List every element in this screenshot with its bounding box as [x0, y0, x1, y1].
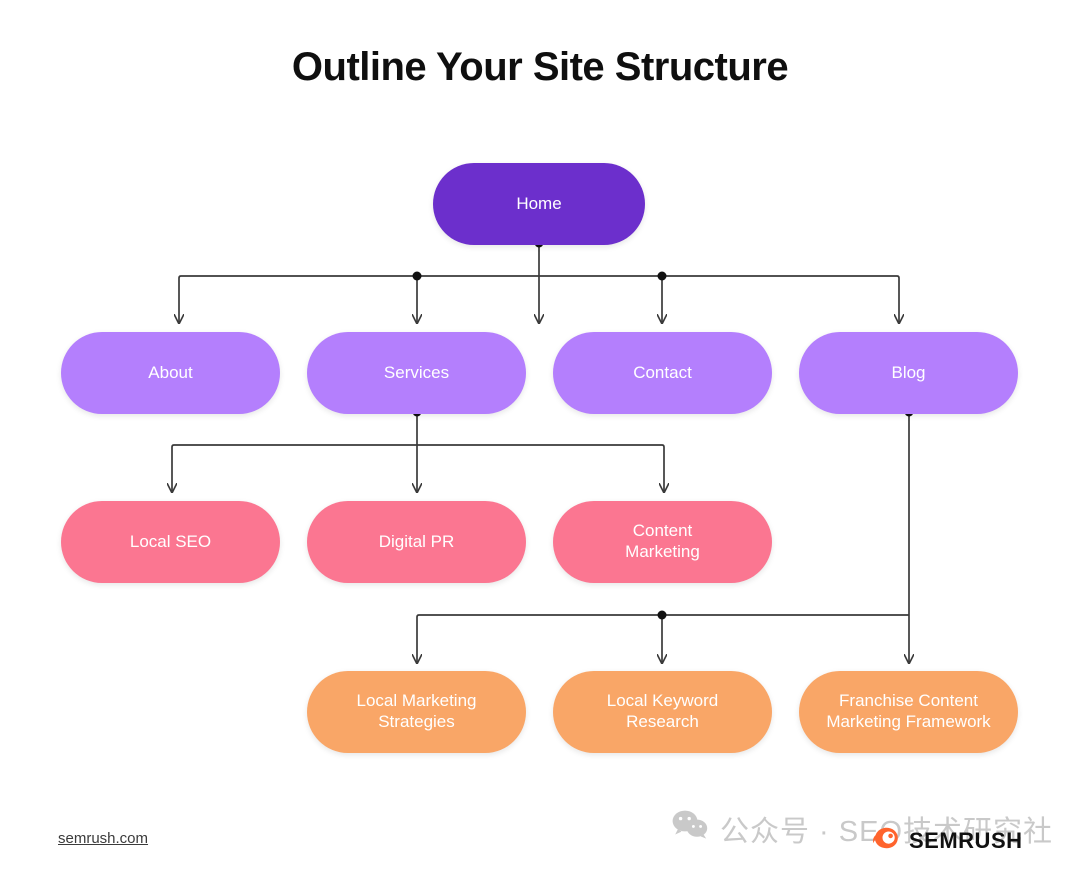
node-local-keyword-research-label: Local Keyword Research [606, 691, 719, 731]
node-digital-pr-label: Digital PR [378, 531, 455, 551]
source-link[interactable]: semrush.com [58, 830, 148, 847]
node-local-marketing-strategies-label: Local Marketing Strategies [356, 691, 477, 731]
node-services[interactable]: Services [307, 332, 526, 414]
semrush-wordmark: SEMRUSH [909, 827, 1023, 853]
node-blog[interactable]: Blog [799, 332, 1018, 414]
node-home[interactable]: Home [433, 163, 645, 245]
node-blog-label: Blog [891, 362, 926, 382]
node-content-marketing[interactable]: Content Marketing [553, 501, 772, 583]
node-digital-pr[interactable]: Digital PR [307, 501, 526, 583]
node-local-keyword-research[interactable]: Local Keyword Research [553, 671, 772, 753]
node-about-label: About [148, 362, 193, 382]
node-local-seo-label: Local SEO [129, 531, 212, 551]
semrush-flame-icon [872, 826, 900, 855]
wechat-icon [672, 810, 708, 848]
site-structure-diagram: Home About Services Contact Blog Local S… [0, 0, 1080, 871]
node-contact[interactable]: Contact [553, 332, 772, 414]
semrush-logo: SEMRUSH [872, 826, 1023, 855]
node-local-marketing-strategies[interactable]: Local Marketing Strategies [307, 671, 526, 753]
node-home-label: Home [516, 193, 562, 213]
node-services-label: Services [383, 362, 450, 382]
node-content-marketing-label: Content Marketing [625, 521, 700, 561]
node-franchise-content-marketing-framework[interactable]: Franchise Content Marketing Framework [799, 671, 1018, 753]
node-franchise-content-marketing-framework-label: Franchise Content Marketing Framework [826, 691, 991, 731]
node-about[interactable]: About [61, 332, 280, 414]
node-local-seo[interactable]: Local SEO [61, 501, 280, 583]
node-contact-label: Contact [633, 362, 692, 382]
